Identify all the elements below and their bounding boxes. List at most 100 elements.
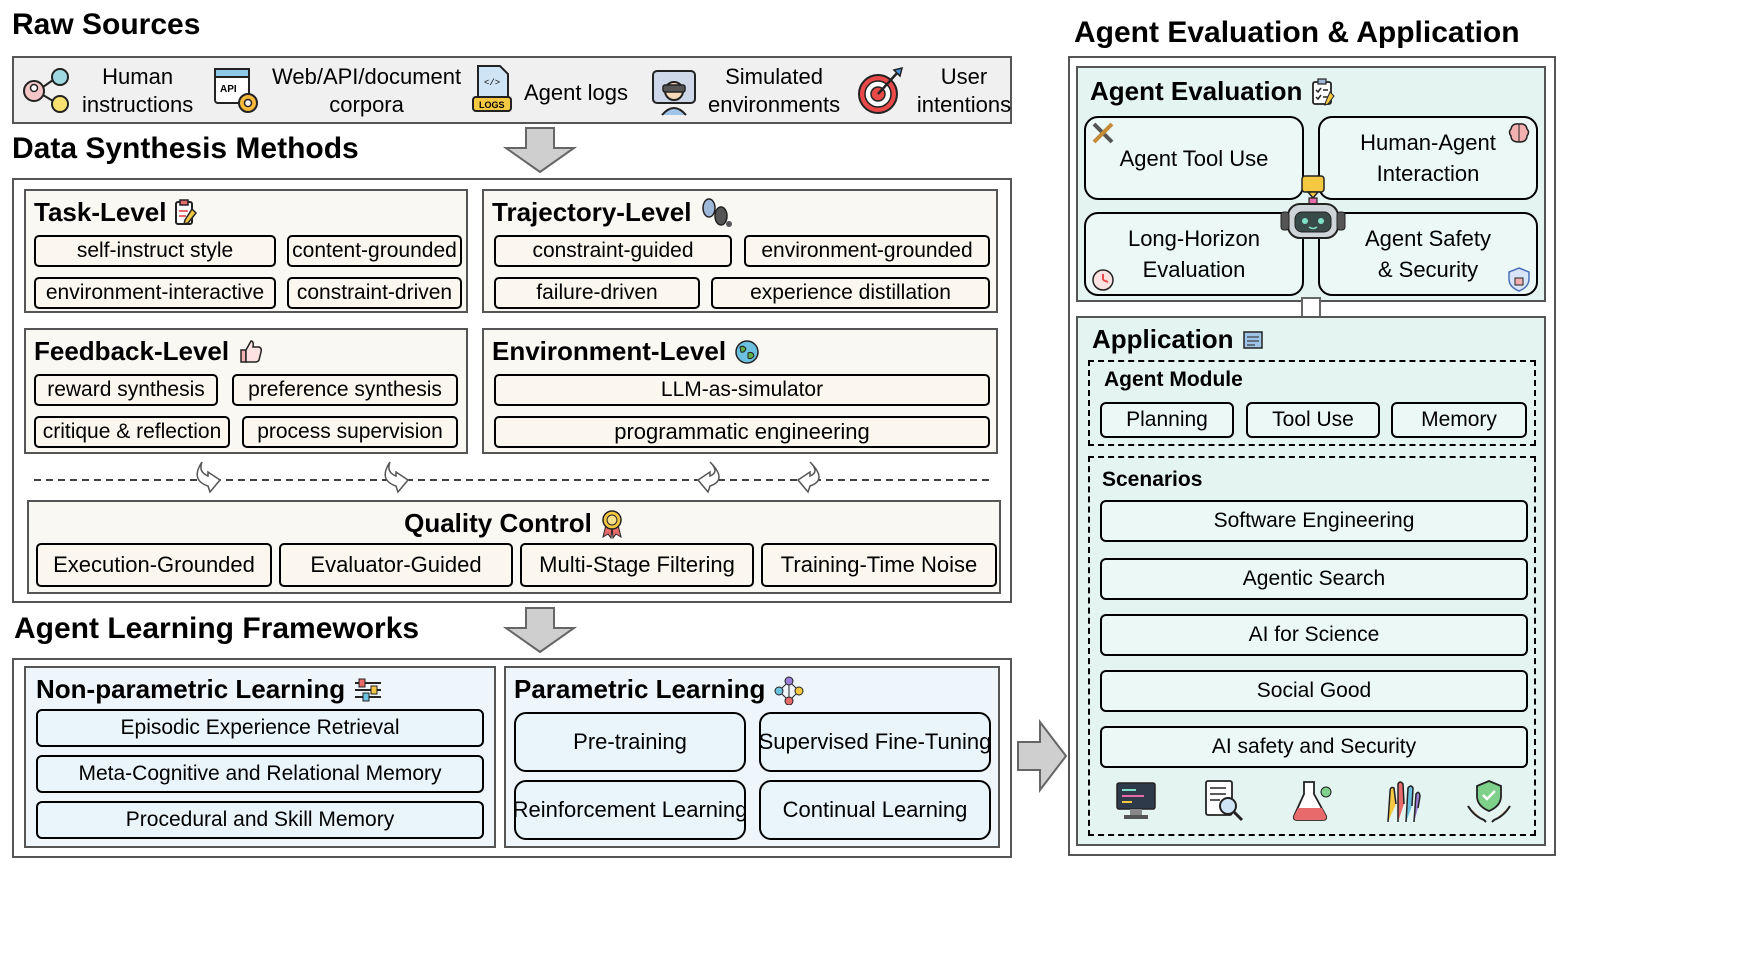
non-parametric-title: Non-parametric Learning <box>36 674 383 705</box>
eval-item-human-agent: Human-Agent Interaction <box>1318 116 1538 200</box>
eval-app-title: Agent Evaluation & Application <box>1074 16 1520 49</box>
source-label-1: Agent logs <box>524 80 628 105</box>
source-label-1: Simulated <box>725 64 823 89</box>
task-level-box: Task-Level self-instruct style content-g… <box>24 189 468 313</box>
api-gear-icon: API <box>214 68 258 113</box>
application-label: Application <box>1092 324 1234 354</box>
p-item-pretraining: Pre-training <box>514 712 746 772</box>
eval-item-long-horizon: Long-Horizon Evaluation <box>1084 212 1304 296</box>
source-label-2: intentions <box>916 92 1012 117</box>
source-label-2: corpora <box>329 92 404 117</box>
svg-text:</>: </> <box>484 78 500 88</box>
np-item-procedural: Procedural and Skill Memory <box>36 801 484 839</box>
source-user-intentions: User intentions <box>856 63 1014 119</box>
award-badge-icon <box>602 509 622 539</box>
trajectory-item-experience-distillation: experience distillation <box>711 277 990 309</box>
agent-module-box: Agent Module Planning Tool Use Memory <box>1088 360 1536 446</box>
neural-network-icon <box>774 676 804 705</box>
logs-file-icon: </> LOGS <box>472 65 512 112</box>
quality-control-box: Quality Control Execution-Grounded Evalu… <box>27 500 1001 594</box>
module-memory: Memory <box>1391 402 1527 438</box>
source-human-instructions: Human instructions <box>22 63 193 119</box>
computer-code-icon <box>1116 782 1156 819</box>
trajectory-item-constraint-guided: constraint-guided <box>494 235 732 267</box>
source-label-1: User <box>940 64 988 89</box>
eval-label: Interaction <box>1376 161 1480 186</box>
raw-sources-title: Raw Sources <box>12 8 201 41</box>
source-label-1: Human <box>102 64 174 89</box>
source-label-2: environments <box>708 92 841 117</box>
curved-arrow-icon <box>696 461 720 494</box>
scenario-software-engineering: Software Engineering <box>1100 500 1528 542</box>
source-label-2: instructions <box>82 92 194 117</box>
trajectory-item-environment-grounded: environment-grounded <box>744 235 990 267</box>
globe-icon <box>735 339 759 364</box>
scenario-agentic-search: Agentic Search <box>1100 558 1528 600</box>
curved-arrow-icon <box>196 461 222 494</box>
task-level-label: Task-Level <box>34 197 167 227</box>
task-item-constraint-driven: constraint-driven <box>287 277 462 309</box>
scenario-ai-safety: AI safety and Security <box>1100 726 1528 768</box>
shield-hands-icon <box>1467 780 1511 823</box>
brain-icon <box>1508 123 1530 143</box>
feedback-item-reward-synthesis: reward synthesis <box>34 374 218 406</box>
qc-item-multi-stage-filtering: Multi-Stage Filtering <box>520 543 754 587</box>
np-item-meta-cognitive: Meta-Cognitive and Relational Memory <box>36 755 484 793</box>
right-arrow-icon <box>1017 719 1068 793</box>
application-title: Application <box>1092 324 1266 355</box>
vr-headset-icon <box>652 70 696 116</box>
quality-control-label: Quality Control <box>404 508 592 538</box>
eval-label: Long-Horizon <box>1127 226 1261 251</box>
raw-sources-panel: Human instructions API Web/API/document co… <box>12 56 1012 124</box>
non-parametric-label: Non-parametric Learning <box>36 674 346 704</box>
trajectory-level-label: Trajectory-Level <box>492 197 692 227</box>
scenarios-box: Scenarios Software Engineering Agentic S… <box>1088 456 1536 836</box>
application-box: Application Agent Module Planning Tool U… <box>1076 316 1546 846</box>
eval-label: Human-Agent <box>1360 130 1496 155</box>
raised-hands-icon <box>1387 781 1421 823</box>
environment-level-title: Environment-Level <box>492 336 760 367</box>
environment-item-programmatic: programmatic engineering <box>494 416 990 448</box>
feedback-item-process-supervision: process supervision <box>242 416 458 448</box>
trajectory-item-failure-driven: failure-driven <box>494 277 700 309</box>
qc-item-execution-grounded: Execution-Grounded <box>36 543 272 587</box>
environment-level-box: Environment-Level LLM-as-simulator progr… <box>482 328 998 454</box>
parametric-box: Parametric Learning Pre-training Supervi… <box>504 666 1000 848</box>
source-simulated-env: Simulated environments <box>650 63 840 119</box>
qc-divider <box>34 461 990 494</box>
agent-module-title: Agent Module <box>1104 368 1243 391</box>
target-icon <box>858 66 904 114</box>
qc-item-evaluator-guided: Evaluator-Guided <box>279 543 513 587</box>
robot-icon <box>1280 175 1346 239</box>
svg-text:LOGS: LOGS <box>479 100 505 110</box>
shield-lock-icon <box>1508 267 1530 292</box>
curved-arrow-icon <box>384 461 410 494</box>
p-item-rl: Reinforcement Learning <box>513 780 747 840</box>
eval-item-safety: Agent Safety & Security <box>1318 212 1538 296</box>
environment-item-llm-simulator: LLM-as-simulator <box>494 374 990 406</box>
app-window-icon <box>1242 330 1263 349</box>
parametric-label: Parametric Learning <box>514 674 766 704</box>
source-label-1: Web/API/document <box>272 64 462 89</box>
data-synthesis-title: Data Synthesis Methods <box>12 132 359 165</box>
feedback-item-preference-synthesis: preference synthesis <box>232 374 458 406</box>
qc-item-training-time-noise: Training-Time Noise <box>761 543 997 587</box>
human-network-icon <box>23 68 69 113</box>
flask-icon <box>1292 781 1332 821</box>
curved-arrow-icon <box>796 461 820 494</box>
sliders-icon <box>355 678 382 701</box>
task-item-self-instruct: self-instruct style <box>34 235 276 267</box>
scenario-social-good: Social Good <box>1100 670 1528 712</box>
task-level-title: Task-Level <box>34 197 198 228</box>
quality-control-title: Quality Control <box>29 508 999 539</box>
non-parametric-box: Non-parametric Learning Episodic Experie… <box>24 666 496 848</box>
feedback-level-box: Feedback-Level reward synthesis preferen… <box>24 328 468 454</box>
task-item-content-grounded: content-grounded <box>287 235 462 267</box>
scenarios-title: Scenarios <box>1102 468 1203 491</box>
eval-label: Agent Tool Use <box>1119 145 1269 171</box>
np-item-episodic: Episodic Experience Retrieval <box>36 709 484 747</box>
source-agent-logs: </> LOGS Agent logs <box>470 63 628 117</box>
task-item-environment-interactive: environment-interactive <box>34 277 276 309</box>
agent-evaluation-box: Agent Evaluation Agent Tool Use Human-Ag… <box>1076 66 1546 302</box>
feedback-level-title: Feedback-Level <box>34 336 265 367</box>
